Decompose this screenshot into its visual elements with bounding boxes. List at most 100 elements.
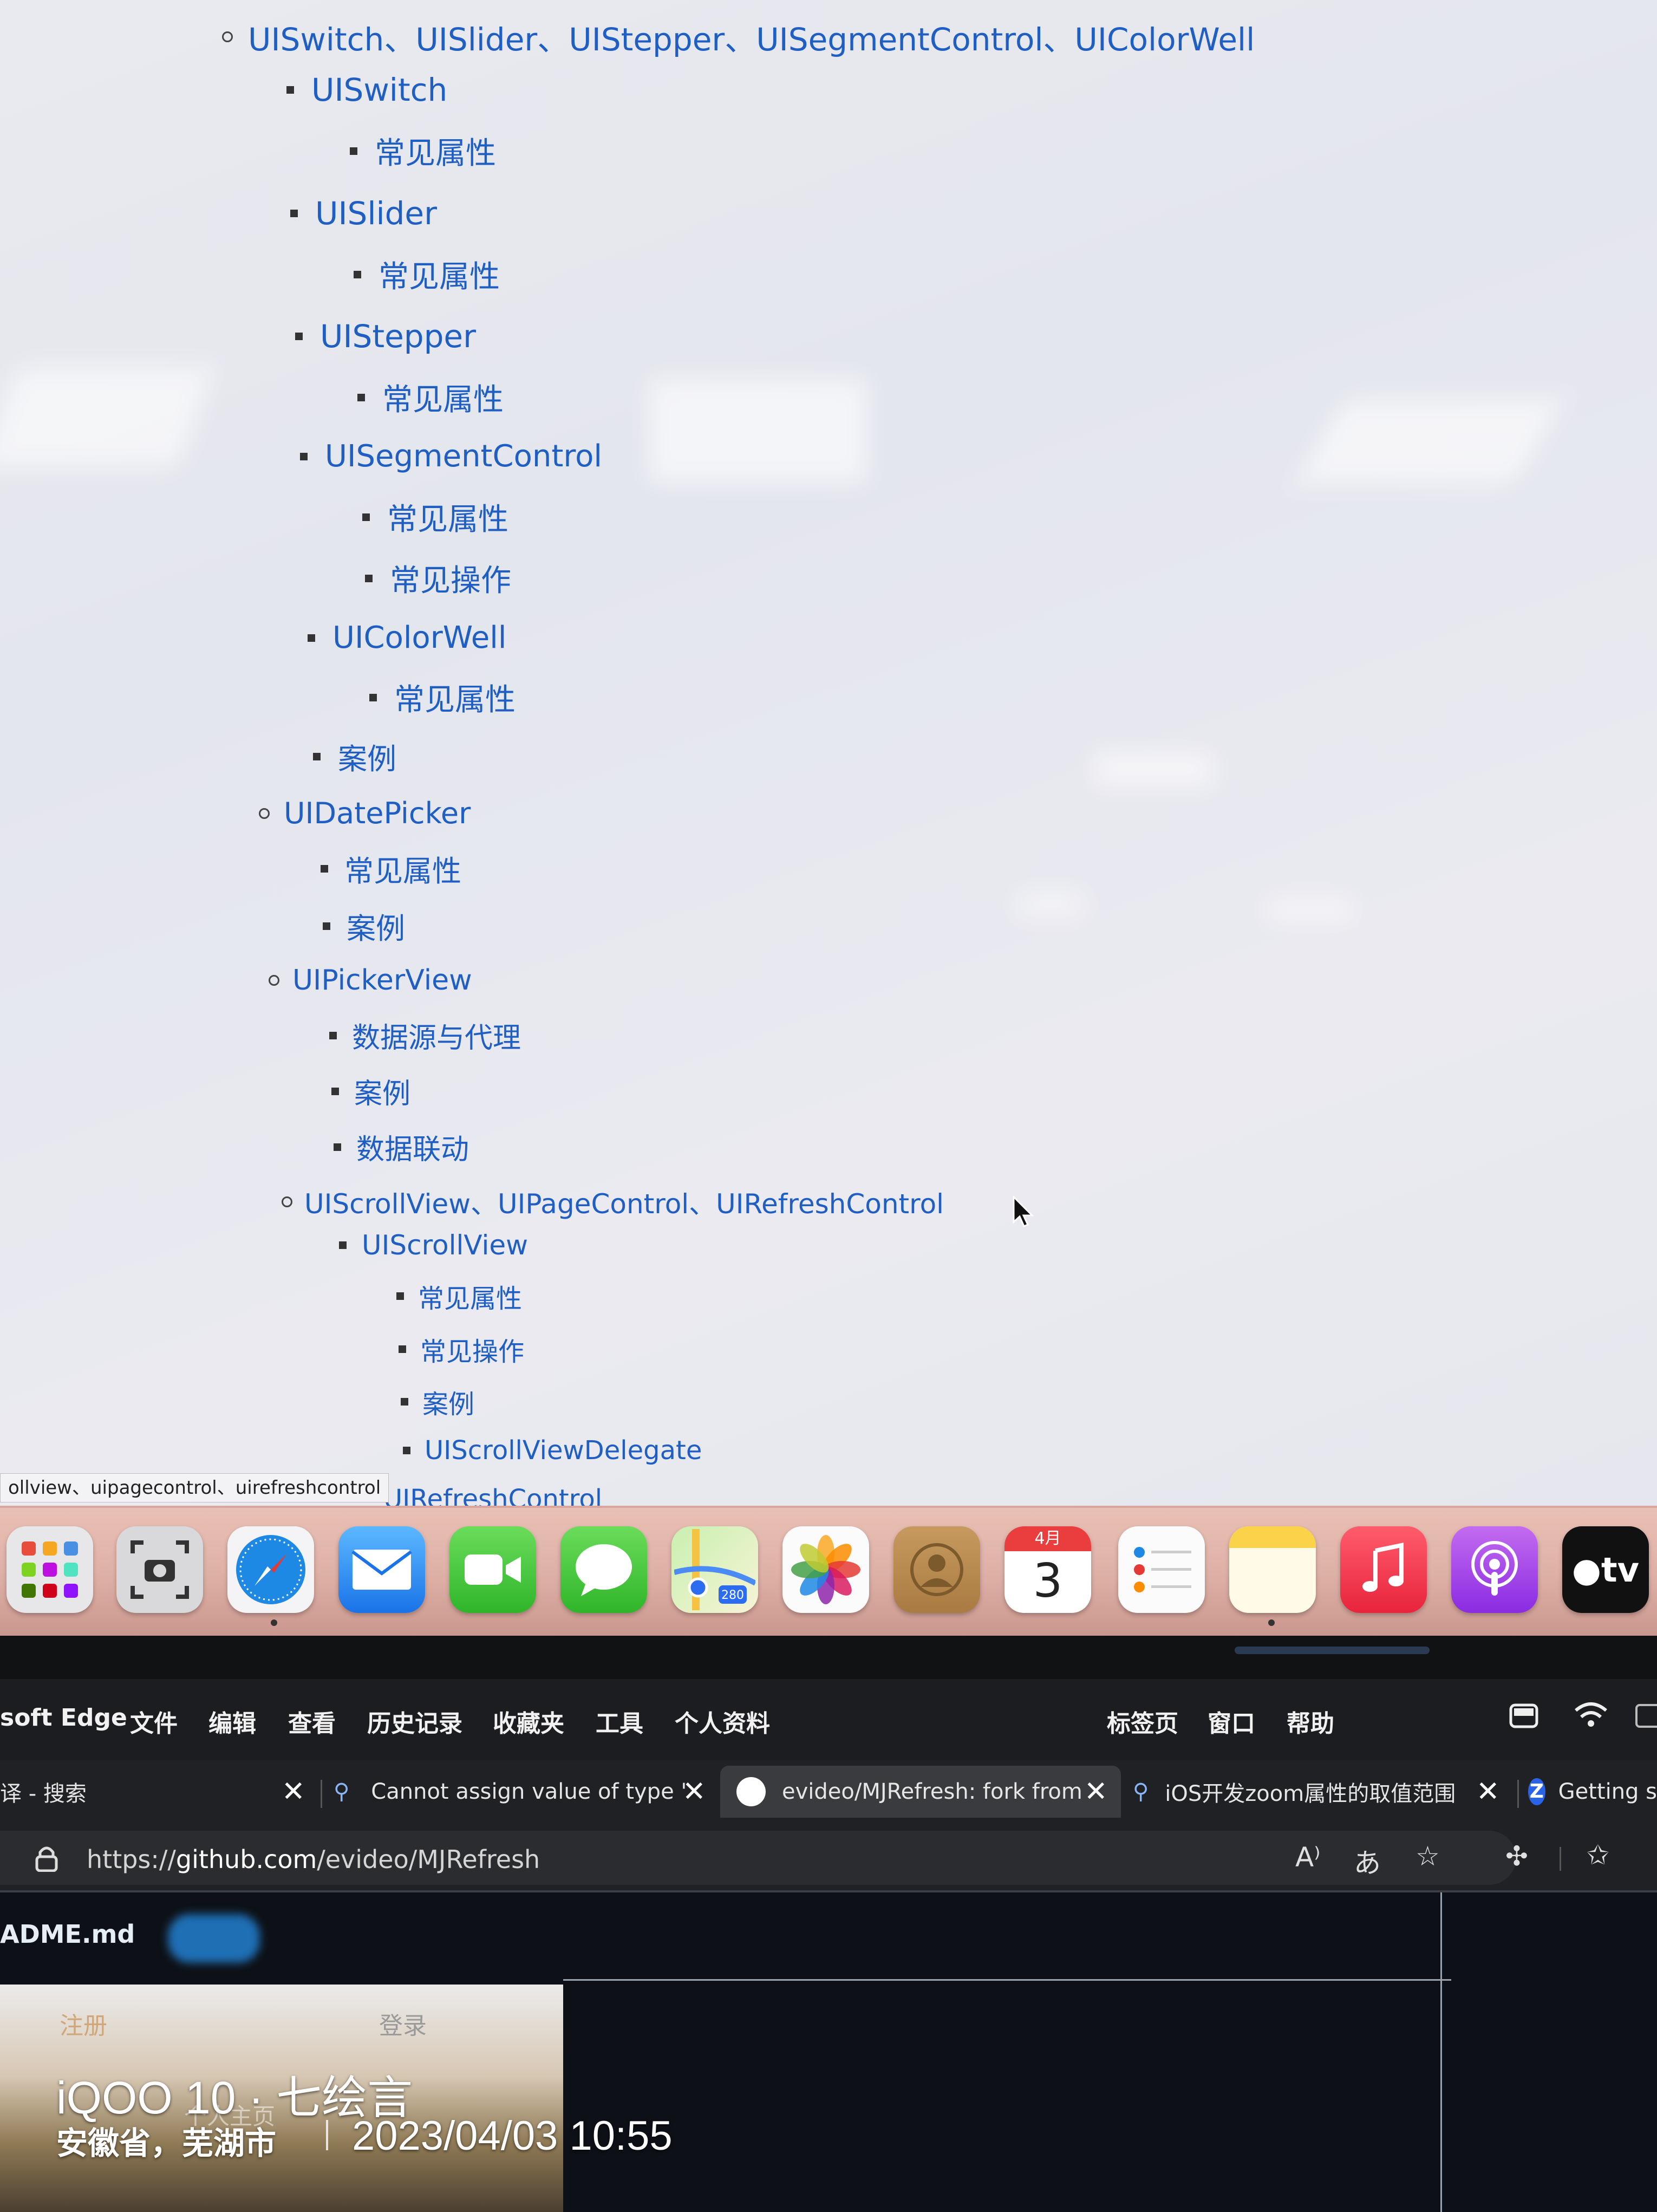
- contacts-icon[interactable]: [893, 1526, 980, 1613]
- webpage-viewport: UISwitch、UISlider、UIStepper、UISegmentCon…: [0, 0, 1657, 1517]
- toc-link[interactable]: UISegmentControl: [300, 439, 602, 474]
- apple-tv-icon[interactable]: ●tv: [1562, 1526, 1649, 1613]
- toc-link[interactable]: UISlider: [290, 195, 437, 232]
- blurred-shape: [168, 1914, 260, 1963]
- camera-watermark-location: 安徽省，芜湖市: [56, 2126, 277, 2161]
- tab-ios-zoom[interactable]: ⚲ iOS开发zoom属性的取值范围 ✕: [1133, 1766, 1512, 1818]
- toc-link[interactable]: UIScrollViewDelegate: [403, 1435, 702, 1466]
- toc-link[interactable]: 常见属性: [369, 675, 516, 719]
- toc-link[interactable]: 常见属性: [321, 847, 461, 890]
- tv-label: ●tv: [1571, 1550, 1640, 1590]
- frame-border: [563, 1979, 1451, 1981]
- laptop-bezel: [0, 1636, 1657, 1679]
- toc-link[interactable]: 案例: [331, 1071, 410, 1111]
- toc-link[interactable]: UIScrollView: [339, 1229, 528, 1261]
- menu-tools[interactable]: 工具: [596, 1704, 643, 1739]
- menu-profile[interactable]: 个人资料: [675, 1704, 770, 1739]
- toc-link[interactable]: 案例: [323, 905, 405, 947]
- toc-link[interactable]: 常见属性: [357, 375, 504, 419]
- facetime-icon[interactable]: [449, 1526, 536, 1613]
- menu-window[interactable]: 窗口: [1208, 1704, 1255, 1739]
- camera-watermark-datetime: 2023/04/03 10:55: [352, 2113, 673, 2159]
- launchpad-icon[interactable]: [6, 1526, 93, 1613]
- notes-icon[interactable]: [1229, 1526, 1316, 1613]
- toc-link[interactable]: 常见属性: [362, 495, 508, 539]
- tab-cannot-assign[interactable]: ⚲ Cannot assign value of type ' ✕: [334, 1766, 715, 1818]
- toc-link[interactable]: UISwitch: [286, 71, 447, 108]
- link-url-tooltip: ollview、uipagecontrol、uirefreshcontrol: [0, 1473, 389, 1502]
- favorites-icon[interactable]: ✩: [1587, 1839, 1609, 1871]
- table-of-contents: UISwitch、UISlider、UIStepper、UISegmentCon…: [0, 0, 1657, 1517]
- wifi-icon[interactable]: [1574, 1700, 1608, 1730]
- tab-bar: 译 - 搜索 ✕ ⚲ Cannot assign value of type '…: [0, 1760, 1657, 1825]
- tab-title: evideo/MJRefresh: fork from: [782, 1779, 1082, 1804]
- toc-link[interactable]: 常见操作: [365, 556, 511, 600]
- maps-icon[interactable]: 280: [671, 1526, 758, 1613]
- add-favorite-icon[interactable]: ☆: [1415, 1840, 1440, 1872]
- mail-icon[interactable]: [338, 1526, 425, 1613]
- toc-link[interactable]: 常见属性: [396, 1277, 522, 1315]
- read-aloud-icon[interactable]: A⁾: [1295, 1842, 1321, 1873]
- photos-icon[interactable]: [782, 1526, 869, 1613]
- calendar-month: 4月: [1004, 1526, 1091, 1551]
- menu-favorites[interactable]: 收藏夹: [493, 1704, 564, 1739]
- toc-link[interactable]: UISwitch、UISlider、UIStepper、UISegmentCon…: [222, 14, 1255, 60]
- reminders-icon[interactable]: [1118, 1526, 1205, 1613]
- mouse-cursor-icon: [1013, 1196, 1034, 1227]
- menu-edit[interactable]: 编辑: [208, 1704, 256, 1739]
- tab-title: Getting s: [1558, 1779, 1657, 1804]
- toc-link[interactable]: 常见属性: [354, 252, 500, 296]
- search-icon: ⚲: [1133, 1779, 1149, 1804]
- battery-icon[interactable]: [1635, 1704, 1657, 1728]
- toc-link[interactable]: UIScrollView、UIPageControl、UIRefreshCont…: [282, 1182, 944, 1221]
- readme-title[interactable]: ADME.md: [0, 1920, 135, 1949]
- extensions-icon[interactable]: ✣: [1505, 1840, 1528, 1872]
- tab-title: Cannot assign value of type ': [371, 1779, 687, 1804]
- toc-link[interactable]: UIStepper: [295, 318, 476, 355]
- frame-border: [1440, 1892, 1442, 2212]
- bezel-reflection: [1235, 1647, 1430, 1654]
- lock-icon[interactable]: [35, 1845, 58, 1872]
- screenshot-icon[interactable]: [116, 1526, 203, 1613]
- svg-text:280: 280: [721, 1589, 744, 1602]
- toc-link[interactable]: UIColorWell: [308, 620, 506, 655]
- toolbar-separator: [1560, 1847, 1561, 1871]
- menu-history[interactable]: 历史记录: [367, 1704, 462, 1739]
- translate-icon[interactable]: あ: [1354, 1842, 1381, 1881]
- z-icon: Z: [1528, 1778, 1545, 1805]
- menu-view[interactable]: 查看: [288, 1704, 336, 1739]
- url-text: https://github.com/evideo/MJRefresh: [87, 1845, 540, 1874]
- music-icon[interactable]: [1340, 1526, 1427, 1613]
- toc-link[interactable]: 案例: [401, 1383, 474, 1421]
- menu-tabs[interactable]: 标签页: [1107, 1704, 1178, 1739]
- watermark-divider: [326, 2120, 328, 2150]
- toc-link[interactable]: UIPickerView: [269, 964, 472, 997]
- close-icon[interactable]: ✕: [282, 1775, 305, 1808]
- close-icon[interactable]: ✕: [682, 1775, 706, 1808]
- close-icon[interactable]: ✕: [1476, 1775, 1500, 1808]
- toc-link[interactable]: UIDatePicker: [259, 796, 471, 830]
- calendar-icon[interactable]: 4月 3: [1004, 1526, 1091, 1613]
- toc-link[interactable]: 数据联动: [334, 1127, 469, 1167]
- menu-help[interactable]: 帮助: [1287, 1704, 1334, 1739]
- tab-separator: [321, 1780, 322, 1808]
- login-tab[interactable]: 登录: [379, 2006, 427, 2041]
- close-icon[interactable]: ✕: [1084, 1775, 1108, 1808]
- toc-link[interactable]: 常见操作: [399, 1330, 524, 1368]
- messages-icon[interactable]: [560, 1526, 647, 1613]
- calendar-day: 3: [1033, 1554, 1063, 1608]
- register-tab[interactable]: 注册: [60, 2006, 107, 2041]
- podcasts-icon[interactable]: [1451, 1526, 1538, 1613]
- safari-icon[interactable]: [227, 1526, 314, 1613]
- url-field[interactable]: https://github.com/evideo/MJRefresh A⁾ あ…: [0, 1831, 1516, 1885]
- sidebar-toggle-icon[interactable]: [1509, 1701, 1539, 1731]
- toc-link[interactable]: 数据源与代理: [329, 1015, 521, 1056]
- toc-link[interactable]: 案例: [313, 735, 396, 778]
- dock: 280 4月 3 ●tv: [0, 1506, 1657, 1638]
- tab-mjrefresh[interactable]: evideo/MJRefresh: fork from ✕: [720, 1766, 1121, 1818]
- tab-translate-search[interactable]: 译 - 搜索 ✕: [0, 1766, 314, 1818]
- menu-app-name[interactable]: soft Edge: [0, 1704, 127, 1732]
- tab-getting-started[interactable]: Z Getting s: [1528, 1766, 1657, 1818]
- toc-link[interactable]: 常见属性: [350, 129, 496, 173]
- menu-file[interactable]: 文件: [130, 1704, 178, 1739]
